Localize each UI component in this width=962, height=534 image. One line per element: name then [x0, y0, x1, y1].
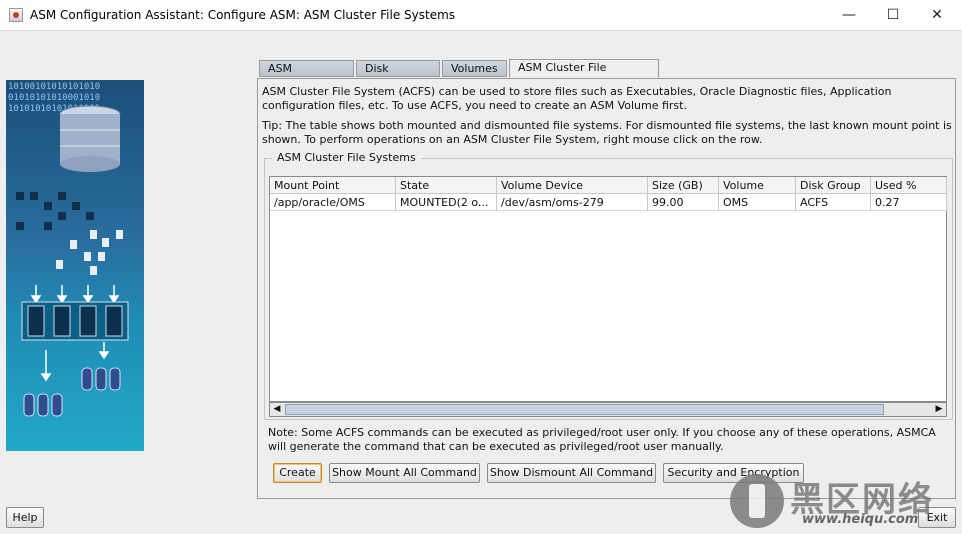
column-header-volume[interactable]: Volume: [719, 177, 796, 194]
privileged-note: Note: Some ACFS commands can be executed…: [268, 426, 936, 453]
column-header-volume-device[interactable]: Volume Device: [497, 177, 648, 194]
group-label: ASM Cluster File Systems: [272, 151, 421, 164]
column-header-disk-group[interactable]: Disk Group: [796, 177, 871, 194]
show-dismount-all-command-button[interactable]: Show Dismount All Command: [487, 463, 656, 483]
tab-asm-instances[interactable]: ASM Instances: [259, 60, 354, 91]
cell-state[interactable]: MOUNTED(2 o...: [396, 194, 497, 211]
acfs-table[interactable]: Mount Point State Volume Device Size (GB…: [269, 176, 947, 402]
column-header-size[interactable]: Size (GB): [648, 177, 719, 194]
close-button[interactable]: ✕: [914, 0, 960, 30]
cell-volume[interactable]: OMS: [719, 194, 796, 211]
watermark: 黑区网络 www.heiqu.com: [730, 472, 955, 530]
watermark-url: www.heiqu.com: [802, 512, 919, 527]
asm-illustration: 10100101010101010 01010101010001010 1010…: [6, 80, 144, 451]
cell-disk-group[interactable]: ACFS: [796, 194, 871, 211]
scroll-thumb[interactable]: [285, 404, 884, 415]
java-app-icon: [9, 8, 23, 22]
watermark-logo-icon: [730, 474, 784, 528]
cell-mount-point[interactable]: /app/oracle/OMS: [270, 194, 396, 211]
tab-volumes[interactable]: Volumes: [442, 60, 507, 77]
help-button[interactable]: Help: [6, 507, 44, 528]
scroll-right-icon[interactable]: ▶: [932, 403, 946, 416]
storage-diagram-icon: [16, 105, 129, 417]
column-header-used-percent[interactable]: Used %: [871, 177, 947, 194]
scroll-left-icon[interactable]: ◀: [270, 403, 284, 416]
tab-disk-groups[interactable]: Disk Groups: [356, 60, 440, 91]
acfs-description: ASM Cluster File System (ACFS) can be us…: [262, 85, 892, 112]
show-mount-all-command-button[interactable]: Show Mount All Command: [329, 463, 480, 483]
maximize-button[interactable]: ☐: [870, 0, 916, 30]
cell-used-percent[interactable]: 0.27: [871, 194, 947, 211]
horizontal-scrollbar[interactable]: ◀ ▶: [269, 402, 947, 417]
cell-size[interactable]: 99.00: [648, 194, 719, 211]
window-title: ASM Configuration Assistant: Configure A…: [30, 8, 456, 22]
column-header-state[interactable]: State: [396, 177, 497, 194]
tip-text: Tip: The table shows both mounted and di…: [262, 119, 952, 146]
column-header-mount-point[interactable]: Mount Point: [270, 177, 396, 194]
title-bar: ASM Configuration Assistant: Configure A…: [0, 0, 962, 31]
minimize-button[interactable]: —: [826, 0, 872, 30]
cell-volume-device[interactable]: /dev/asm/oms-279: [497, 194, 648, 211]
tab-asm-cluster-file-systems[interactable]: ASM Cluster File Systems: [509, 59, 659, 90]
create-button[interactable]: Create: [273, 463, 322, 483]
